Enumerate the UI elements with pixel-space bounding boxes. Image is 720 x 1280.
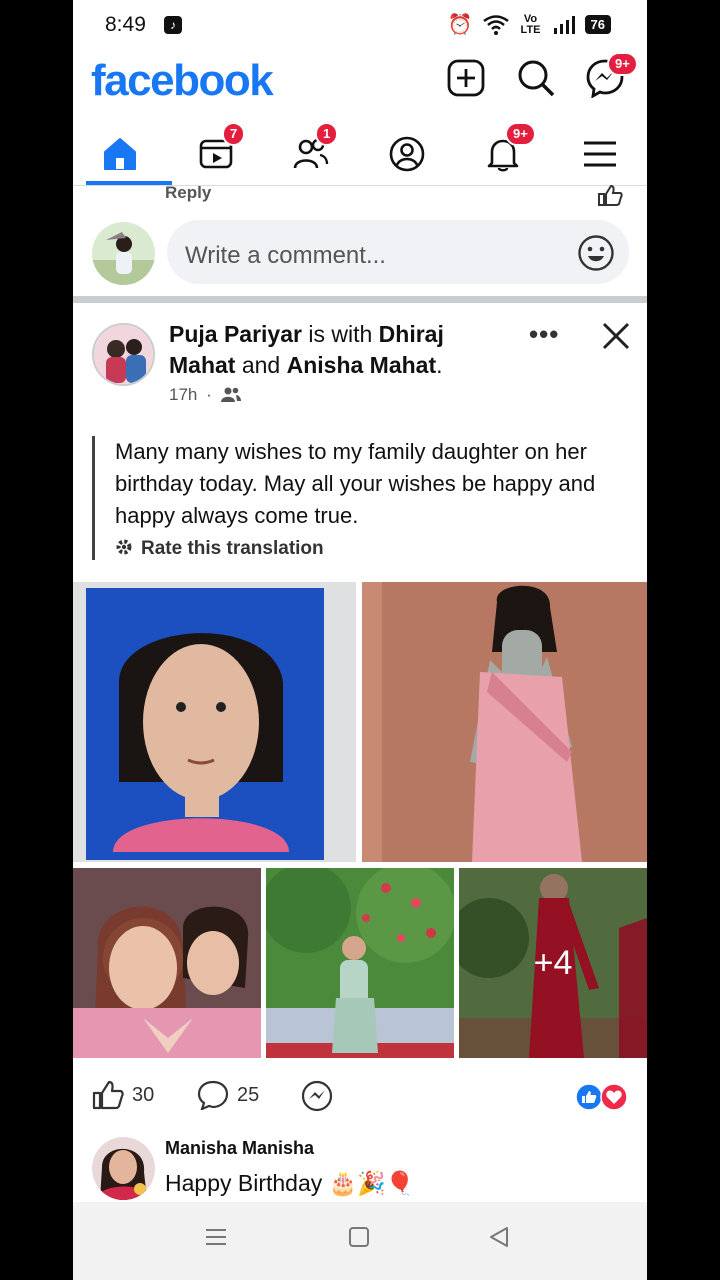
tab-home[interactable] <box>90 128 150 176</box>
post-body: Many many wishes to my family daughter o… <box>92 436 622 560</box>
recent-apps-icon[interactable] <box>205 1226 227 1248</box>
comment-placeholder: Write a comment... <box>185 242 386 269</box>
create-button[interactable] <box>446 58 486 98</box>
commenter-name[interactable]: Manisha Manisha <box>165 1138 314 1159</box>
tab-menu[interactable] <box>570 128 630 176</box>
tab-friends[interactable]: 1 <box>281 122 341 176</box>
search-button[interactable] <box>516 58 556 98</box>
current-user-avatar <box>92 222 155 285</box>
comment-count: 25 <box>237 1083 260 1106</box>
active-tab-indicator <box>86 181 172 185</box>
menu-icon <box>584 141 616 167</box>
comment-bubble-icon <box>197 1080 229 1110</box>
facebook-logo[interactable]: facebook <box>91 56 274 106</box>
emoji-icon[interactable] <box>577 234 615 272</box>
network-label: Vo LTE <box>520 12 541 36</box>
post-actions-row: 30 25 <box>73 1072 647 1122</box>
post-time[interactable]: 17h <box>169 385 197 404</box>
post-divider <box>73 296 647 303</box>
wifi-icon <box>482 14 509 35</box>
post-meta: 17h · <box>169 385 241 405</box>
like-icon[interactable] <box>597 184 623 206</box>
search-icon <box>518 60 555 97</box>
profile-icon <box>389 136 425 172</box>
close-icon[interactable] <box>599 319 633 353</box>
plus-icon <box>447 59 485 97</box>
like-action[interactable]: 30 <box>92 1080 154 1110</box>
like-thumb-icon <box>92 1080 124 1110</box>
post-photo-1[interactable] <box>73 582 356 862</box>
post-header: Puja Pariyar is with Dhiraj Mahat and An… <box>73 305 647 425</box>
commenter-avatar[interactable] <box>92 1137 155 1200</box>
with-text: is with <box>308 321 373 347</box>
author-line-period: . <box>436 352 443 378</box>
gear-icon <box>116 539 132 555</box>
comment-preview: Manisha Manisha Happy Birthday 🎂🎉🎈 <box>73 1130 647 1205</box>
love-reaction-icon <box>600 1083 628 1111</box>
battery-indicator: 76 <box>584 15 611 34</box>
friends-audience-icon <box>220 387 241 402</box>
send-action[interactable] <box>301 1080 333 1112</box>
home-button-icon[interactable] <box>348 1226 370 1248</box>
status-bar: 8:49 ♪ ⏰ Vo LTE 76 <box>73 0 647 52</box>
tab-profile[interactable] <box>377 128 437 176</box>
back-icon[interactable] <box>488 1226 510 1248</box>
system-navigation-bar <box>73 1202 647 1280</box>
post-photo-5[interactable]: +4 <box>459 868 647 1058</box>
author-name[interactable]: Puja Pariyar <box>169 321 302 347</box>
more-options-icon[interactable]: ••• <box>529 319 559 350</box>
video-badge: 7 <box>222 122 246 146</box>
rate-translation-link[interactable]: Rate this translation <box>115 538 622 560</box>
status-time: 8:49 <box>105 13 146 36</box>
like-count: 30 <box>132 1083 155 1106</box>
comment-text: Happy Birthday 🎂🎉🎈 <box>165 1170 415 1196</box>
like-reaction-icon <box>575 1083 603 1111</box>
comment-composer: Write a comment... <box>73 214 647 294</box>
tagged-user-2[interactable]: Anisha Mahat <box>287 352 437 378</box>
post-photo-4[interactable] <box>266 868 454 1058</box>
tab-notifications[interactable]: 9+ <box>473 122 536 176</box>
post-text: Many many wishes to my family daughter o… <box>115 439 596 528</box>
comment-input[interactable]: Write a comment... <box>167 220 629 284</box>
messenger-send-icon <box>301 1080 333 1112</box>
tab-video[interactable]: 7 <box>186 122 246 176</box>
comment-action[interactable]: 25 <box>197 1080 259 1110</box>
app-header: facebook 9+ <box>73 52 647 112</box>
nav-tabs: 7 1 9+ <box>73 120 647 186</box>
reaction-summary[interactable] <box>575 1083 631 1113</box>
post-photo-3[interactable] <box>73 868 261 1058</box>
notifications-badge: 9+ <box>505 122 536 146</box>
tiktok-notification-icon: ♪ <box>164 16 182 34</box>
reply-link[interactable]: Reply <box>165 183 211 203</box>
post-author-line: Puja Pariyar is with Dhiraj Mahat and An… <box>169 319 499 381</box>
app-screen: 8:49 ♪ ⏰ Vo LTE 76 facebook 9+ 7 1 9+ Re… <box>73 0 647 1280</box>
friends-badge: 1 <box>315 122 339 146</box>
rate-translation-label: Rate this translation <box>141 538 324 559</box>
alarm-icon: ⏰ <box>447 14 473 36</box>
messenger-button[interactable]: 9+ <box>585 52 638 99</box>
and-text: and <box>241 352 281 378</box>
meta-separator: · <box>206 385 212 404</box>
more-photos-count[interactable]: +4 <box>459 868 647 1058</box>
previous-comment-actions: Reply <box>73 183 647 210</box>
home-icon <box>104 138 136 170</box>
messenger-badge: 9+ <box>607 52 638 76</box>
post-photo-2[interactable] <box>362 582 647 862</box>
signal-icon <box>553 15 575 34</box>
system-icons: ⏰ Vo LTE 76 <box>448 12 611 37</box>
author-avatar[interactable] <box>92 323 155 386</box>
